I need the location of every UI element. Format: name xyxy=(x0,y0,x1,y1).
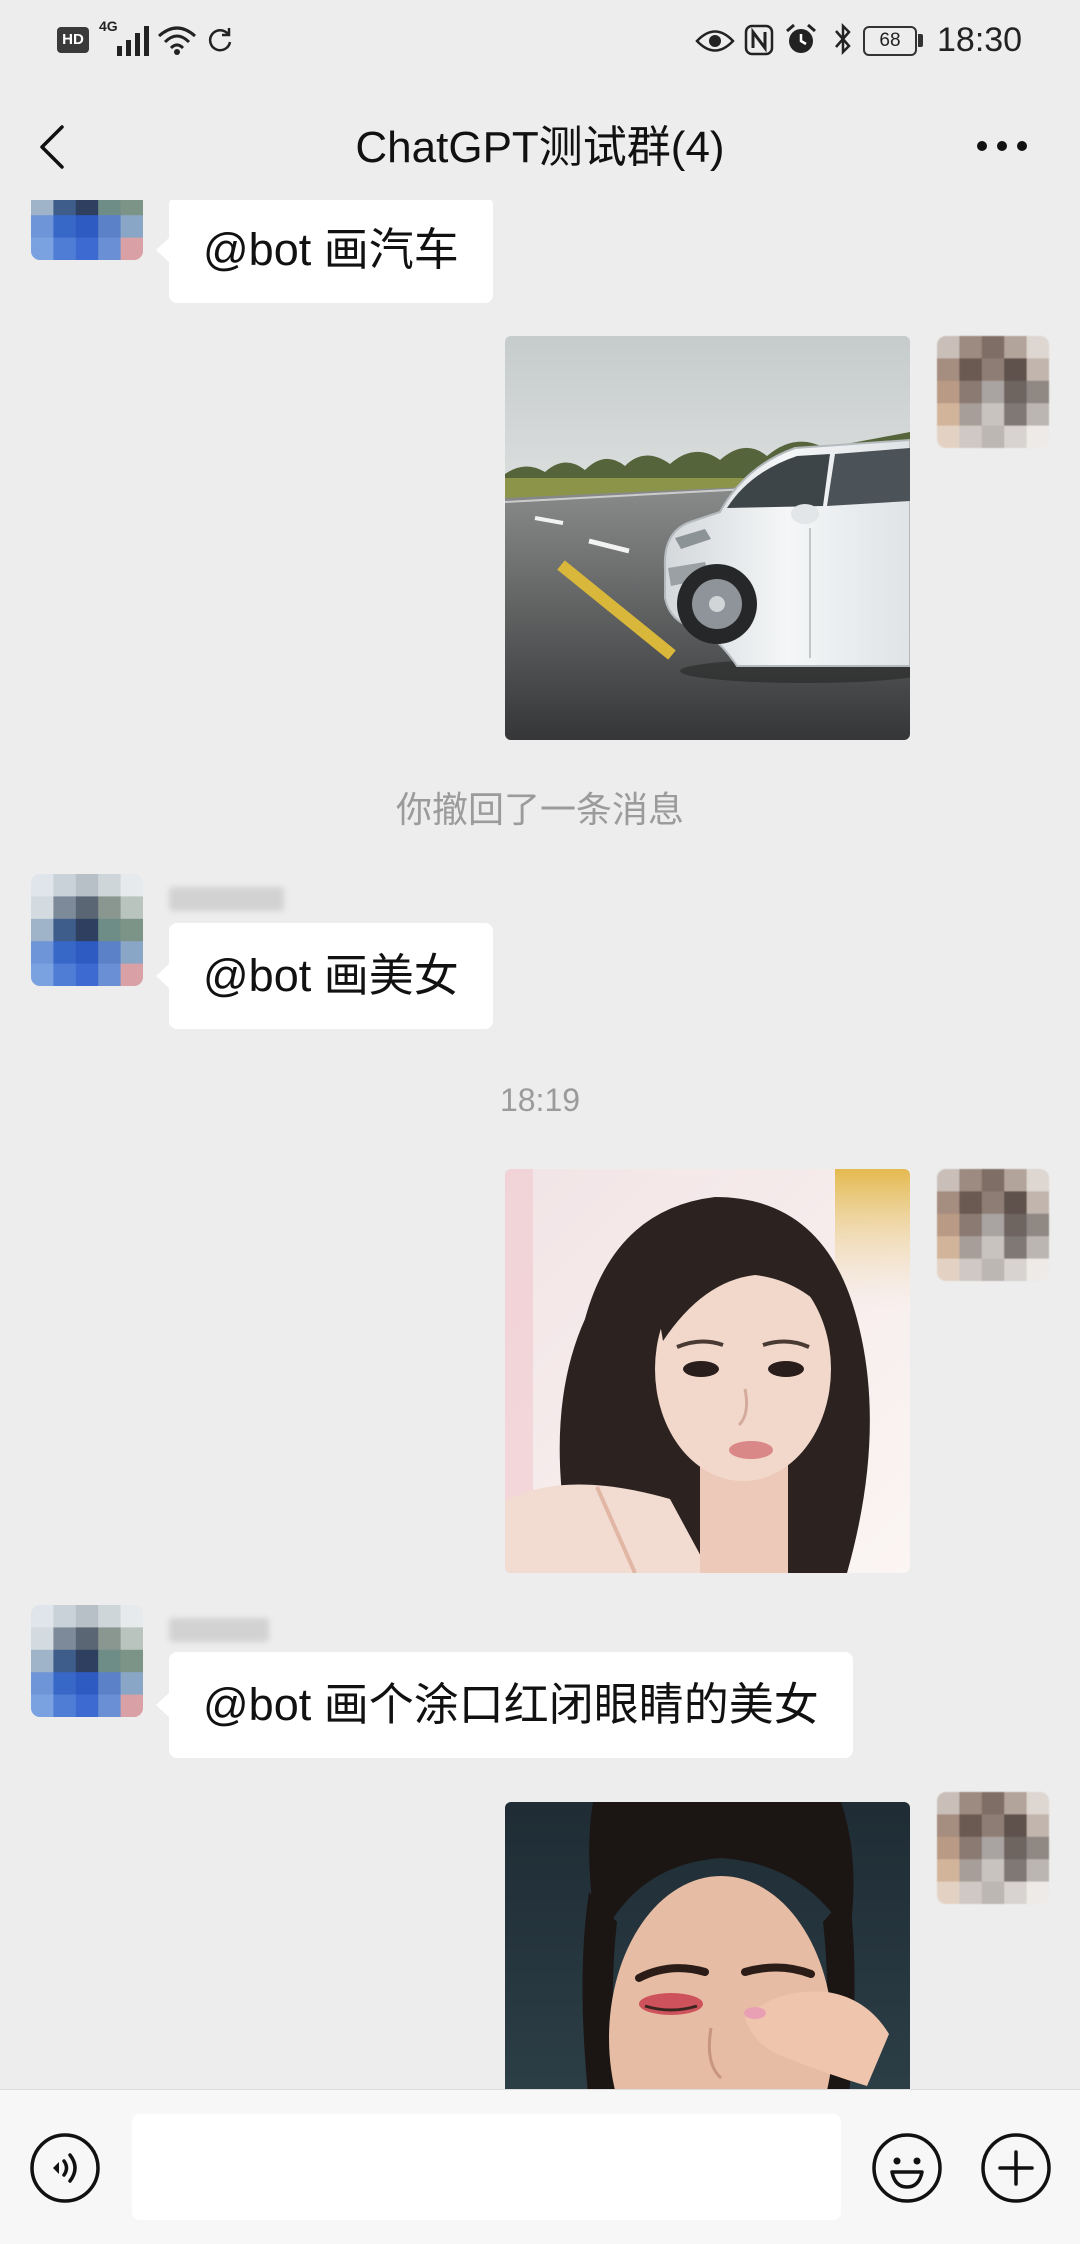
voice-input-button[interactable] xyxy=(29,2132,101,2204)
chat-title: ChatGPT测试群(4) xyxy=(355,123,725,172)
more-button[interactable] xyxy=(972,133,1032,159)
message-bubble[interactable]: @bot 画个涂口红闭眼睛的美女 xyxy=(156,1652,853,1758)
sender-avatar[interactable] xyxy=(31,874,143,986)
sync-icon xyxy=(208,28,232,52)
sender-avatar[interactable] xyxy=(31,1605,143,1717)
wechat-group-chat-screen: HD 4G 68 18:30 ChatGPT测试群(4) @bot 画汽车 你撤… xyxy=(0,0,1080,2244)
wifi-icon xyxy=(158,26,196,55)
sender-name xyxy=(169,887,284,911)
recall-notice: 你撤回了一条消息 xyxy=(395,789,684,830)
status-bar: HD 4G 68 18:30 xyxy=(0,0,1080,93)
more-functions-button[interactable] xyxy=(980,2132,1052,2204)
network-type-label: 4G xyxy=(99,18,118,34)
back-button[interactable] xyxy=(34,121,74,173)
signal-icon xyxy=(117,26,149,56)
battery-icon: 68 xyxy=(863,26,917,56)
avatar-image xyxy=(937,336,1049,448)
image-thumbnail xyxy=(505,1802,910,2089)
hd-icon: HD xyxy=(57,27,89,53)
image-message[interactable] xyxy=(505,1169,910,1573)
my-avatar[interactable] xyxy=(937,336,1049,448)
more-icon xyxy=(977,141,1027,151)
plus-icon xyxy=(981,2133,1051,2203)
message-bubble[interactable]: @bot 画美女 xyxy=(156,923,493,1029)
sender-avatar[interactable] xyxy=(31,200,143,260)
alarm-icon xyxy=(786,23,816,53)
chevron-left-icon xyxy=(40,125,64,169)
image-thumbnail xyxy=(505,1169,910,1573)
eye-icon xyxy=(695,30,735,52)
message-bubble[interactable]: @bot 画汽车 xyxy=(156,200,493,303)
avatar-image xyxy=(31,874,143,986)
sender-name xyxy=(169,1618,269,1642)
avatar-image xyxy=(937,1169,1049,1281)
emoji-icon xyxy=(872,2133,942,2203)
battery-nib xyxy=(918,34,923,47)
my-avatar[interactable] xyxy=(937,1792,1049,1904)
image-message[interactable] xyxy=(505,1802,910,2089)
status-time: 18:30 xyxy=(937,21,1023,59)
emoji-button[interactable] xyxy=(871,2132,943,2204)
message-text-input[interactable] xyxy=(132,2114,841,2220)
message-timestamp: 18:19 xyxy=(499,1082,581,1118)
voice-icon xyxy=(30,2133,100,2203)
chat-title-bar: ChatGPT测试群(4) xyxy=(0,93,1080,200)
avatar-image xyxy=(31,200,143,260)
avatar-image xyxy=(937,1792,1049,1904)
chat-history[interactable]: @bot 画汽车 你撤回了一条消息 @bot 画美女 18:19 @bot 画个… xyxy=(0,200,1080,2089)
message-input-bar xyxy=(0,2089,1080,2244)
nfc-icon xyxy=(744,24,774,56)
image-thumbnail xyxy=(505,336,910,740)
bluetooth-icon xyxy=(835,22,851,56)
image-message[interactable] xyxy=(505,336,910,740)
my-avatar[interactable] xyxy=(937,1169,1049,1281)
avatar-image xyxy=(31,1605,143,1717)
